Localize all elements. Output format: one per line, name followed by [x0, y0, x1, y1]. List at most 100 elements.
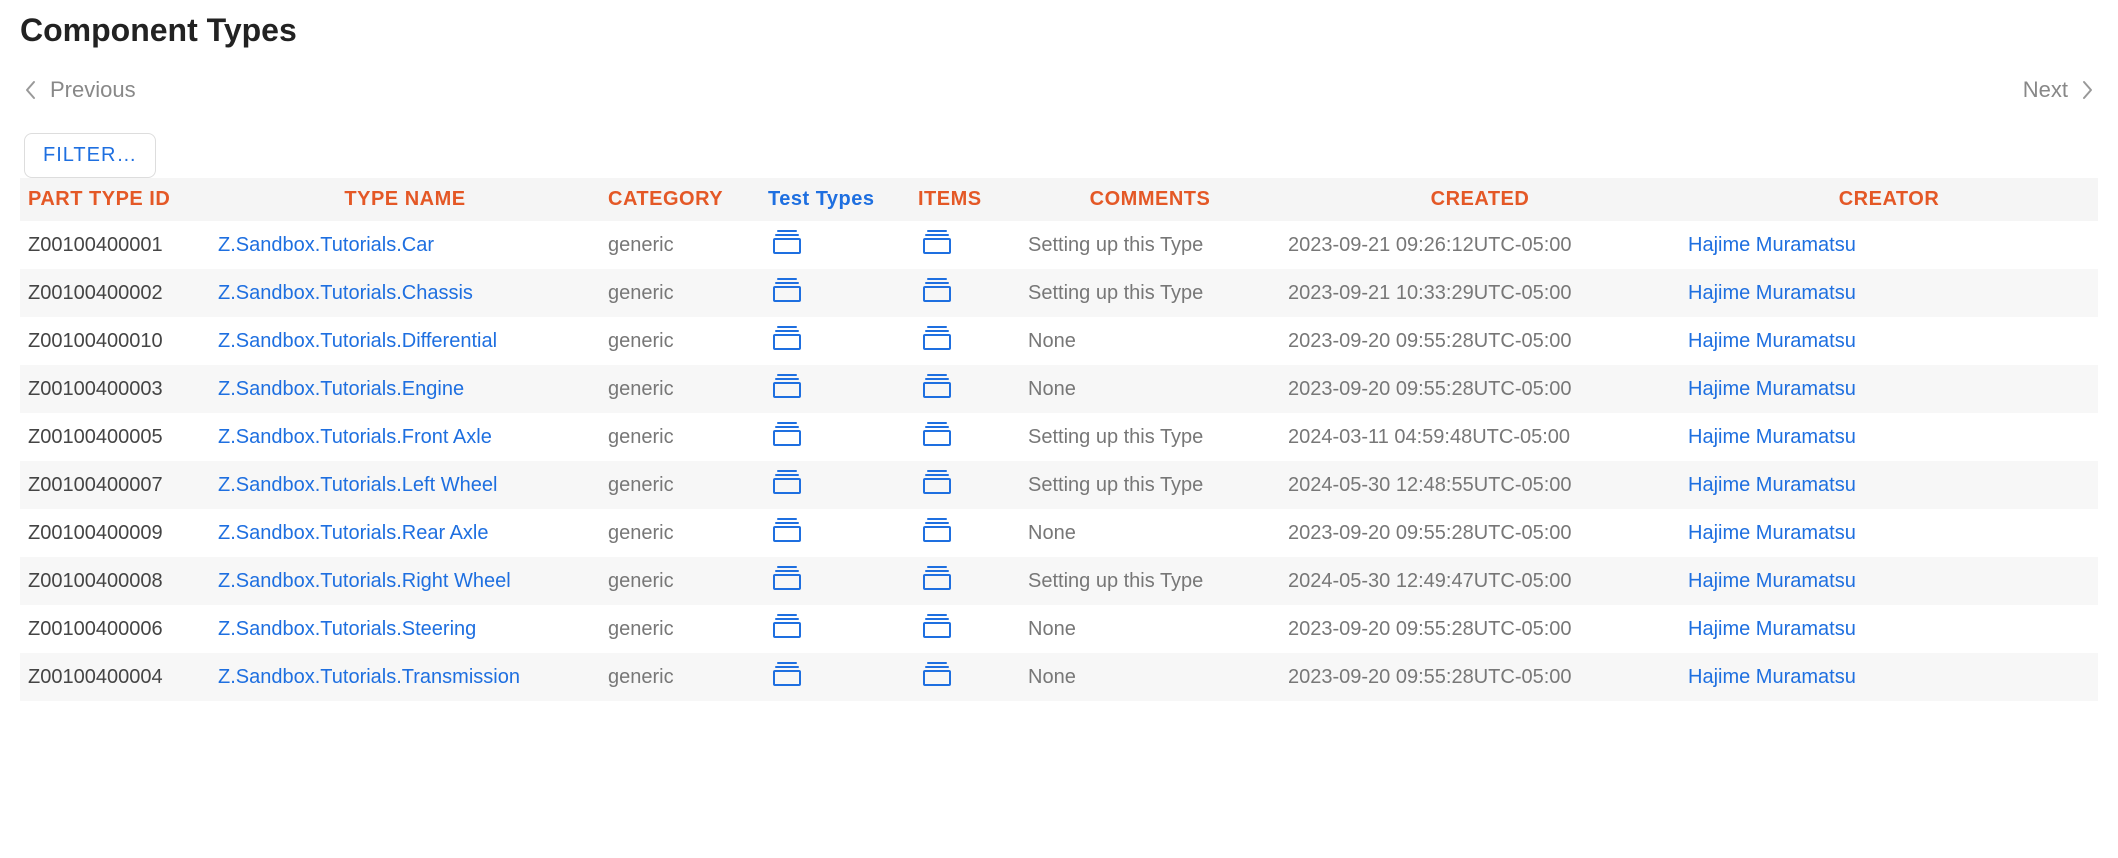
- stack-icon[interactable]: [772, 373, 802, 399]
- stack-icon[interactable]: [922, 517, 952, 543]
- header-items[interactable]: ITEMS: [910, 178, 1020, 221]
- header-creator[interactable]: CREATOR: [1680, 178, 2098, 221]
- cell-test-types: [760, 413, 910, 461]
- cell-type-name-link[interactable]: Z.Sandbox.Tutorials.Chassis: [210, 269, 600, 317]
- cell-category: generic: [600, 509, 760, 557]
- stack-icon[interactable]: [922, 229, 952, 255]
- cell-part-type-id: Z00100400002: [20, 269, 210, 317]
- cell-test-types: [760, 221, 910, 269]
- stack-icon[interactable]: [922, 469, 952, 495]
- cell-creator-link[interactable]: Hajime Muramatsu: [1680, 269, 2098, 317]
- stack-icon[interactable]: [772, 517, 802, 543]
- cell-type-name-link[interactable]: Z.Sandbox.Tutorials.Rear Axle: [210, 509, 600, 557]
- stack-icon[interactable]: [772, 661, 802, 687]
- cell-part-type-id: Z00100400006: [20, 605, 210, 653]
- previous-button[interactable]: Previous: [24, 77, 136, 103]
- cell-part-type-id: Z00100400004: [20, 653, 210, 701]
- cell-items: [910, 413, 1020, 461]
- cell-part-type-id: Z00100400007: [20, 461, 210, 509]
- cell-creator-link[interactable]: Hajime Muramatsu: [1680, 557, 2098, 605]
- table-row: Z00100400005Z.Sandbox.Tutorials.Front Ax…: [20, 413, 2098, 461]
- cell-comments: None: [1020, 653, 1280, 701]
- cell-created: 2023-09-20 09:55:28UTC-05:00: [1280, 509, 1680, 557]
- cell-created: 2023-09-20 09:55:28UTC-05:00: [1280, 317, 1680, 365]
- stack-icon[interactable]: [922, 277, 952, 303]
- cell-type-name-link[interactable]: Z.Sandbox.Tutorials.Left Wheel: [210, 461, 600, 509]
- cell-creator-link[interactable]: Hajime Muramatsu: [1680, 653, 2098, 701]
- cell-category: generic: [600, 365, 760, 413]
- cell-category: generic: [600, 317, 760, 365]
- stack-icon[interactable]: [922, 613, 952, 639]
- chevron-left-icon: [24, 79, 38, 101]
- cell-comments: None: [1020, 605, 1280, 653]
- cell-type-name-link[interactable]: Z.Sandbox.Tutorials.Car: [210, 221, 600, 269]
- stack-icon[interactable]: [922, 373, 952, 399]
- cell-category: generic: [600, 605, 760, 653]
- cell-creator-link[interactable]: Hajime Muramatsu: [1680, 221, 2098, 269]
- cell-test-types: [760, 605, 910, 653]
- cell-type-name-link[interactable]: Z.Sandbox.Tutorials.Transmission: [210, 653, 600, 701]
- cell-items: [910, 557, 1020, 605]
- header-comments[interactable]: COMMENTS: [1020, 178, 1280, 221]
- cell-creator-link[interactable]: Hajime Muramatsu: [1680, 605, 2098, 653]
- cell-creator-link[interactable]: Hajime Muramatsu: [1680, 317, 2098, 365]
- cell-comments: Setting up this Type: [1020, 221, 1280, 269]
- cell-creator-link[interactable]: Hajime Muramatsu: [1680, 509, 2098, 557]
- stack-icon[interactable]: [772, 469, 802, 495]
- filter-button[interactable]: FILTER…: [24, 133, 156, 178]
- page-title: Component Types: [20, 12, 2098, 49]
- stack-icon[interactable]: [922, 421, 952, 447]
- cell-category: generic: [600, 413, 760, 461]
- next-label: Next: [2023, 77, 2068, 103]
- header-test-types[interactable]: Test Types: [760, 178, 910, 221]
- cell-test-types: [760, 557, 910, 605]
- cell-items: [910, 461, 1020, 509]
- cell-comments: None: [1020, 317, 1280, 365]
- header-type-name[interactable]: TYPE NAME: [210, 178, 600, 221]
- stack-icon[interactable]: [922, 565, 952, 591]
- cell-type-name-link[interactable]: Z.Sandbox.Tutorials.Engine: [210, 365, 600, 413]
- chevron-right-icon: [2080, 79, 2094, 101]
- cell-items: [910, 317, 1020, 365]
- stack-icon[interactable]: [772, 277, 802, 303]
- stack-icon[interactable]: [772, 613, 802, 639]
- component-types-table: PART TYPE ID TYPE NAME CATEGORY Test Typ…: [20, 178, 2098, 701]
- stack-icon[interactable]: [772, 229, 802, 255]
- cell-test-types: [760, 317, 910, 365]
- cell-type-name-link[interactable]: Z.Sandbox.Tutorials.Right Wheel: [210, 557, 600, 605]
- header-created[interactable]: CREATED: [1280, 178, 1680, 221]
- cell-comments: Setting up this Type: [1020, 413, 1280, 461]
- cell-part-type-id: Z00100400003: [20, 365, 210, 413]
- cell-type-name-link[interactable]: Z.Sandbox.Tutorials.Front Axle: [210, 413, 600, 461]
- cell-type-name-link[interactable]: Z.Sandbox.Tutorials.Differential: [210, 317, 600, 365]
- cell-test-types: [760, 653, 910, 701]
- cell-created: 2023-09-20 09:55:28UTC-05:00: [1280, 653, 1680, 701]
- cell-comments: None: [1020, 365, 1280, 413]
- cell-creator-link[interactable]: Hajime Muramatsu: [1680, 365, 2098, 413]
- stack-icon[interactable]: [922, 325, 952, 351]
- cell-comments: Setting up this Type: [1020, 557, 1280, 605]
- cell-creator-link[interactable]: Hajime Muramatsu: [1680, 461, 2098, 509]
- cell-items: [910, 269, 1020, 317]
- cell-type-name-link[interactable]: Z.Sandbox.Tutorials.Steering: [210, 605, 600, 653]
- table-row: Z00100400006Z.Sandbox.Tutorials.Steering…: [20, 605, 2098, 653]
- cell-items: [910, 605, 1020, 653]
- next-button[interactable]: Next: [2023, 77, 2094, 103]
- cell-items: [910, 365, 1020, 413]
- cell-creator-link[interactable]: Hajime Muramatsu: [1680, 413, 2098, 461]
- cell-part-type-id: Z00100400008: [20, 557, 210, 605]
- header-part-type-id[interactable]: PART TYPE ID: [20, 178, 210, 221]
- stack-icon[interactable]: [922, 661, 952, 687]
- cell-items: [910, 509, 1020, 557]
- stack-icon[interactable]: [772, 565, 802, 591]
- stack-icon[interactable]: [772, 421, 802, 447]
- table-row: Z00100400007Z.Sandbox.Tutorials.Left Whe…: [20, 461, 2098, 509]
- cell-part-type-id: Z00100400001: [20, 221, 210, 269]
- table-row: Z00100400009Z.Sandbox.Tutorials.Rear Axl…: [20, 509, 2098, 557]
- previous-label: Previous: [50, 77, 136, 103]
- stack-icon[interactable]: [772, 325, 802, 351]
- header-category[interactable]: CATEGORY: [600, 178, 760, 221]
- cell-category: generic: [600, 653, 760, 701]
- cell-created: 2023-09-20 09:55:28UTC-05:00: [1280, 605, 1680, 653]
- table-row: Z00100400003Z.Sandbox.Tutorials.Enginege…: [20, 365, 2098, 413]
